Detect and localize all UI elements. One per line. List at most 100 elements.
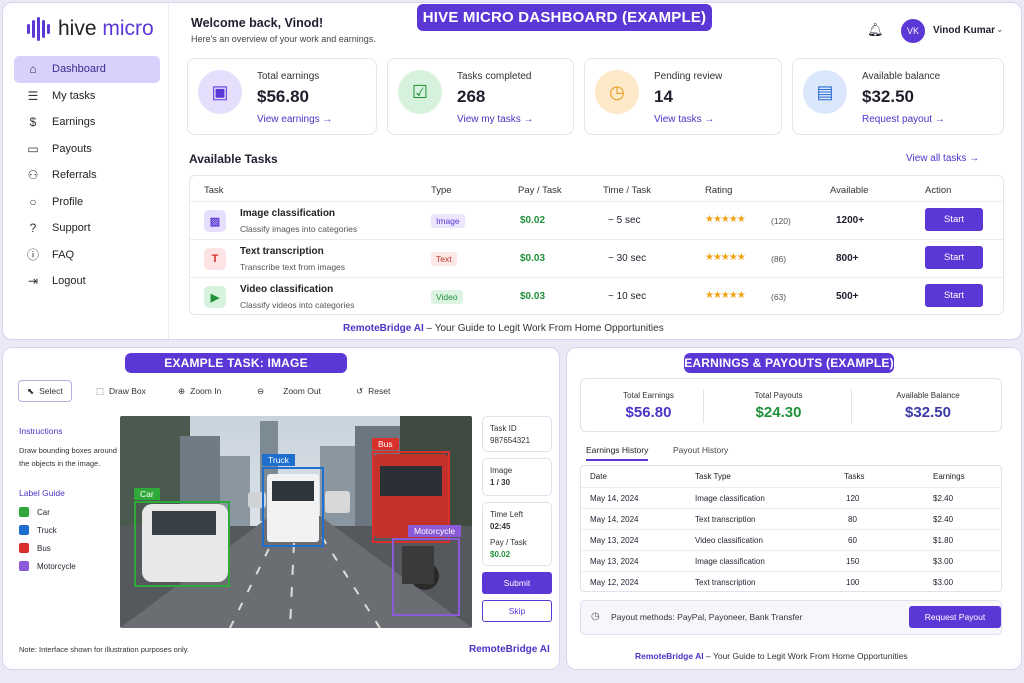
view-tasks-link[interactable]: View tasks → xyxy=(654,114,714,125)
task-name: Text transcription xyxy=(240,246,324,257)
column-header: Earnings xyxy=(933,472,965,481)
box-tag: Truck xyxy=(262,454,295,466)
table-row: May 13, 2024 Image classification 150 $3… xyxy=(581,550,1001,571)
payout-methods-text: Payout methods: PayPal, Payoneer, Bank T… xyxy=(611,612,803,622)
label-guide-item-car: Car xyxy=(19,507,50,517)
chevron-down-icon[interactable]: ⌄ xyxy=(996,24,1004,35)
illustration-note: Note: Interface shown for illustration p… xyxy=(19,645,189,654)
label-name: Car xyxy=(37,507,50,517)
start-button[interactable]: Start xyxy=(925,208,983,231)
column-header: Pay / Task xyxy=(518,185,562,196)
star-rating: ★★★★★ xyxy=(705,214,746,225)
bounding-box-motorcycle[interactable]: Motorcycle xyxy=(392,525,462,616)
box-tag: Car xyxy=(134,488,160,500)
earnings-cell: $3.00 xyxy=(933,578,954,587)
sidebar-item-label: Payouts xyxy=(52,142,92,155)
label-name: Motorcycle xyxy=(37,561,76,571)
skip-button[interactable]: Skip xyxy=(482,600,552,622)
avatar[interactable]: VK xyxy=(901,19,925,43)
select-tool-button[interactable]: ⬉ Select xyxy=(18,380,72,402)
available-tasks-table: Task Type Pay / Task Time / Task Rating … xyxy=(189,175,1004,315)
sidebar-item-label: Logout xyxy=(52,275,86,288)
tool-label: Reset xyxy=(368,386,391,396)
logo-hive: hive xyxy=(58,17,97,40)
swatch-icon xyxy=(19,561,29,571)
draw-box-tool-button[interactable]: ⬚ Draw Box xyxy=(96,380,146,402)
user-icon: ○ xyxy=(29,194,37,209)
annotation-brand: RemoteBridge AI xyxy=(469,644,550,655)
request-payout-button[interactable]: Request Payout xyxy=(909,606,1001,628)
earnings-history-table: Date Task Type Tasks Earnings May 14, 20… xyxy=(580,465,1002,592)
home-icon: ⌂ xyxy=(29,62,37,77)
tasks-cell: 80 xyxy=(848,515,857,524)
table-row: ▨ Image classification Classify images i… xyxy=(190,201,1003,239)
sidebar-item-label: Dashboard xyxy=(52,63,106,76)
view-my-tasks-link[interactable]: View my tasks → xyxy=(457,114,534,125)
earnings-banner: EARNINGS & PAYOUTS (EXAMPLE) xyxy=(684,353,894,373)
time-left-value: 02:45 xyxy=(490,522,511,531)
annotation-canvas[interactable]: Car Truck Bus Motorcycle xyxy=(120,416,472,628)
sidebar-item-my-tasks[interactable]: ☰ My tasks xyxy=(14,83,160,110)
summary-label: Available Balance xyxy=(896,391,960,400)
stat-value: 14 xyxy=(654,87,673,106)
zoom-in-icon: ⊕ xyxy=(178,385,186,396)
tool-label: Select xyxy=(39,386,63,396)
instructions-text: Draw bounding boxes around the objects i… xyxy=(19,446,117,468)
sidebar-item-label: Profile xyxy=(52,195,84,208)
tab-earnings-history[interactable]: Earnings History xyxy=(586,445,649,461)
sidebar-item-profile[interactable]: ○ Profile xyxy=(14,189,160,216)
column-header: Date xyxy=(590,472,607,481)
sidebar-item-earnings[interactable]: $ Earnings xyxy=(14,109,160,136)
tab-payout-history[interactable]: Payout History xyxy=(673,445,728,455)
draw-box-icon: ⬚ xyxy=(96,385,105,396)
video-icon: ▶ xyxy=(204,286,226,308)
task-id-value: 987654321 xyxy=(490,436,531,445)
stat-label: Total earnings xyxy=(257,71,320,82)
task-name: Image classification xyxy=(240,208,336,219)
column-header: Rating xyxy=(705,185,733,196)
annotation-panel: ⬉Select ⬚Draw Box ⊕Zoom In ⊖Zoom Out ↺Re… xyxy=(2,347,560,670)
available-count: 500+ xyxy=(836,291,859,302)
tasks-cell: 60 xyxy=(848,536,857,545)
image-counter-box: Image 1 / 30 xyxy=(482,458,552,496)
wallet-icon: ▤ xyxy=(803,70,847,114)
wallet-icon: ▭ xyxy=(27,141,39,156)
view-all-tasks-link[interactable]: View all tasks → xyxy=(906,153,979,164)
text-icon: T xyxy=(204,248,226,270)
image-label: Image xyxy=(490,466,513,475)
table-row: May 14, 2024 Image classification 120 $2… xyxy=(581,487,1001,508)
sidebar-item-logout[interactable]: ⇥ Logout xyxy=(14,268,160,295)
sidebar-item-support[interactable]: ? Support xyxy=(14,215,160,242)
sidebar-item-referrals[interactable]: ⚇ Referrals xyxy=(14,162,160,189)
start-button[interactable]: Start xyxy=(925,246,983,269)
dollar-icon: $ xyxy=(29,115,37,130)
sidebar-item-payouts[interactable]: ▭ Payouts xyxy=(14,136,160,163)
stat-label: Pending review xyxy=(654,71,723,82)
earnings-panel: Total Earnings $56.80 Total Payouts $24.… xyxy=(566,347,1022,670)
rating-count: (63) xyxy=(771,292,787,302)
date-cell: May 14, 2024 xyxy=(590,515,639,524)
footer-text: – Your Guide to Legit Work From Home Opp… xyxy=(706,651,908,661)
tool-label: Zoom Out xyxy=(283,386,321,396)
bounding-box-car[interactable]: Car xyxy=(134,488,230,587)
sidebar-nav: ⌂ Dashboard ☰ My tasks $ Earnings ▭ Payouts … xyxy=(14,56,160,295)
sidebar-item-faq[interactable]: ⓘ FAQ xyxy=(14,242,160,269)
view-earnings-link[interactable]: View earnings → xyxy=(257,114,332,125)
request-payout-link[interactable]: Request payout → xyxy=(862,114,945,125)
submit-button[interactable]: Submit xyxy=(482,572,552,594)
instructions-title: Instructions xyxy=(19,426,63,436)
time-pay-box: Time Left 02:45 Pay / Task $0.02 xyxy=(482,502,552,566)
start-button[interactable]: Start xyxy=(925,284,983,307)
summary-label: Total Earnings xyxy=(623,391,674,400)
bounding-box-truck[interactable]: Truck xyxy=(262,454,324,547)
pay-value: $0.03 xyxy=(520,291,546,302)
time-value: ~ 10 sec xyxy=(608,291,647,302)
type-badge: Text xyxy=(431,252,457,266)
tasks-cell: 120 xyxy=(846,494,860,503)
column-header: Available xyxy=(830,185,869,196)
user-name[interactable]: Vinod Kumar xyxy=(933,25,995,36)
sidebar-item-dashboard[interactable]: ⌂ Dashboard xyxy=(14,56,160,83)
bell-icon[interactable]: 🔔︎ xyxy=(867,22,884,38)
reset-tool-button[interactable]: ↺ Reset xyxy=(356,380,390,402)
footer-brand: RemoteBridge AI xyxy=(635,651,704,661)
